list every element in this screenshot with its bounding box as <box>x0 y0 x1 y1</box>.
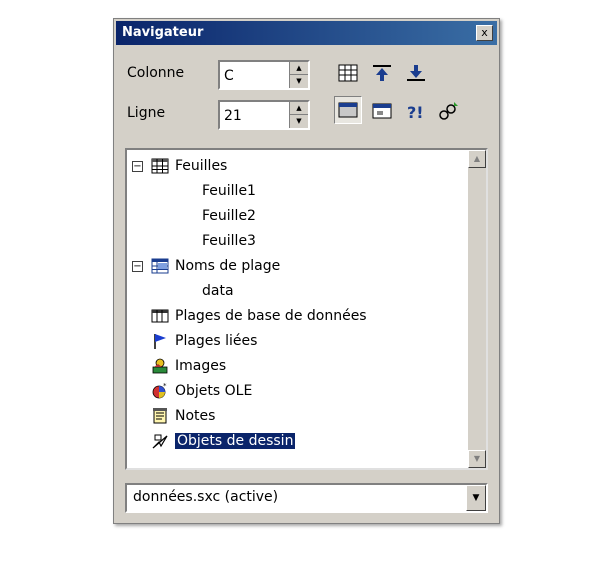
column-label: Colonne <box>127 65 185 81</box>
tree-label: Objets de dessin <box>175 433 296 449</box>
tree-label: Noms de plage <box>175 258 281 274</box>
tree-item-range[interactable]: data <box>202 280 234 302</box>
start-icon[interactable] <box>370 61 394 85</box>
row-spin-buttons[interactable]: ▲ ▼ <box>289 102 308 128</box>
toggle-icon[interactable] <box>370 99 394 123</box>
navigator-window: Navigateur x Colonne ▲ ▼ Ligne ▲ ▼ ?! <box>113 18 500 524</box>
title-bar[interactable]: Navigateur x <box>116 21 497 45</box>
sheet-icon <box>151 157 169 175</box>
window-title: Navigateur <box>122 25 204 40</box>
tree-label: Images <box>175 358 227 374</box>
column-input[interactable] <box>224 66 286 86</box>
tree-item-drawings[interactable]: Objets de dessin <box>151 430 296 452</box>
column-spinbox[interactable]: ▲ ▼ <box>218 60 310 90</box>
tree-item-sheet[interactable]: Feuille3 <box>202 230 256 252</box>
image-icon <box>151 357 169 375</box>
scenarios-icon[interactable]: ?! <box>404 99 428 123</box>
vertical-scrollbar[interactable]: ▲ ▼ <box>468 150 486 468</box>
data-range-icon[interactable] <box>336 61 360 85</box>
spin-down-icon[interactable]: ▼ <box>290 75 308 87</box>
row-input[interactable] <box>224 106 286 126</box>
tree-item-db-ranges[interactable]: Plages de base de données <box>151 305 367 327</box>
tree-item-ole[interactable]: * Objets OLE <box>151 380 252 402</box>
spin-up-icon[interactable]: ▲ <box>290 102 308 115</box>
navigator-tree[interactable]: − Feuilles Feuille1 Feuille2 Feuille3 − … <box>125 148 488 470</box>
spin-up-icon[interactable]: ▲ <box>290 62 308 75</box>
collapse-icon[interactable]: − <box>132 161 143 172</box>
chevron-down-icon[interactable]: ▼ <box>466 485 486 511</box>
tree-label: Plages liées <box>175 333 258 349</box>
scroll-down-icon[interactable]: ▼ <box>468 450 486 468</box>
tree-item-linked-ranges[interactable]: Plages liées <box>151 330 257 352</box>
contents-icon[interactable] <box>334 96 362 124</box>
drawing-objects-icon <box>151 432 169 450</box>
drag-mode-icon[interactable] <box>436 99 460 123</box>
tree-label: Feuilles <box>175 158 228 174</box>
range-names-icon <box>151 257 169 275</box>
database-range-icon <box>151 307 169 325</box>
flag-icon <box>151 332 169 350</box>
svg-text:?!: ?! <box>407 103 424 122</box>
ole-object-icon: * <box>151 382 169 400</box>
row-label: Ligne <box>127 105 166 121</box>
tree-label: Plages de base de données <box>175 308 367 324</box>
tree-item-sheets[interactable]: Feuilles <box>151 155 227 177</box>
tree-item-sheet[interactable]: Feuille1 <box>202 180 256 202</box>
collapse-icon[interactable]: − <box>132 261 143 272</box>
notes-icon <box>151 407 169 425</box>
document-select-value: données.sxc (active) <box>133 489 279 505</box>
row-spinbox[interactable]: ▲ ▼ <box>218 100 310 130</box>
tree-item-sheet[interactable]: Feuille2 <box>202 205 256 227</box>
tree-label: Objets OLE <box>175 383 253 399</box>
document-select[interactable]: données.sxc (active) ▼ <box>125 483 488 513</box>
end-icon[interactable] <box>404 61 428 85</box>
svg-text:*: * <box>163 382 167 390</box>
spin-down-icon[interactable]: ▼ <box>290 115 308 127</box>
close-button[interactable]: x <box>476 25 493 41</box>
column-spin-buttons[interactable]: ▲ ▼ <box>289 62 308 88</box>
tree-label: Notes <box>175 408 216 424</box>
scroll-up-icon[interactable]: ▲ <box>468 150 486 168</box>
tree-item-notes[interactable]: Notes <box>151 405 215 427</box>
tree-item-range-names[interactable]: Noms de plage <box>151 255 280 277</box>
tree-item-images[interactable]: Images <box>151 355 226 377</box>
